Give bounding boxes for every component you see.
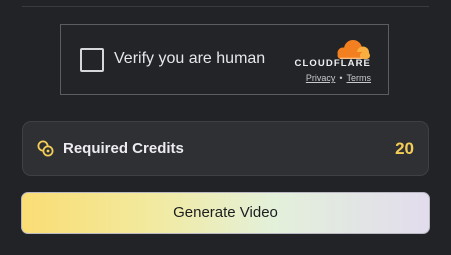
generate-video-button[interactable]: Generate Video bbox=[21, 192, 430, 234]
cloudflare-links: Privacy • Terms bbox=[306, 73, 371, 83]
cloudflare-turnstile-widget: Verify you are human CLOUDFLARE Privacy •… bbox=[60, 24, 389, 95]
coins-icon bbox=[37, 140, 54, 157]
terms-link[interactable]: Terms bbox=[347, 73, 372, 83]
verify-checkbox[interactable] bbox=[80, 48, 104, 72]
required-credits-value: 20 bbox=[395, 139, 414, 158]
privacy-link[interactable]: Privacy bbox=[306, 73, 336, 83]
cloudflare-wordmark: CLOUDFLARE bbox=[294, 58, 371, 69]
required-credits-label: Required Credits bbox=[63, 140, 184, 157]
verify-label: Verify you are human bbox=[114, 50, 266, 67]
required-credits-card: Required Credits 20 bbox=[22, 121, 429, 176]
link-separator: • bbox=[339, 73, 343, 83]
top-divider bbox=[22, 6, 429, 7]
